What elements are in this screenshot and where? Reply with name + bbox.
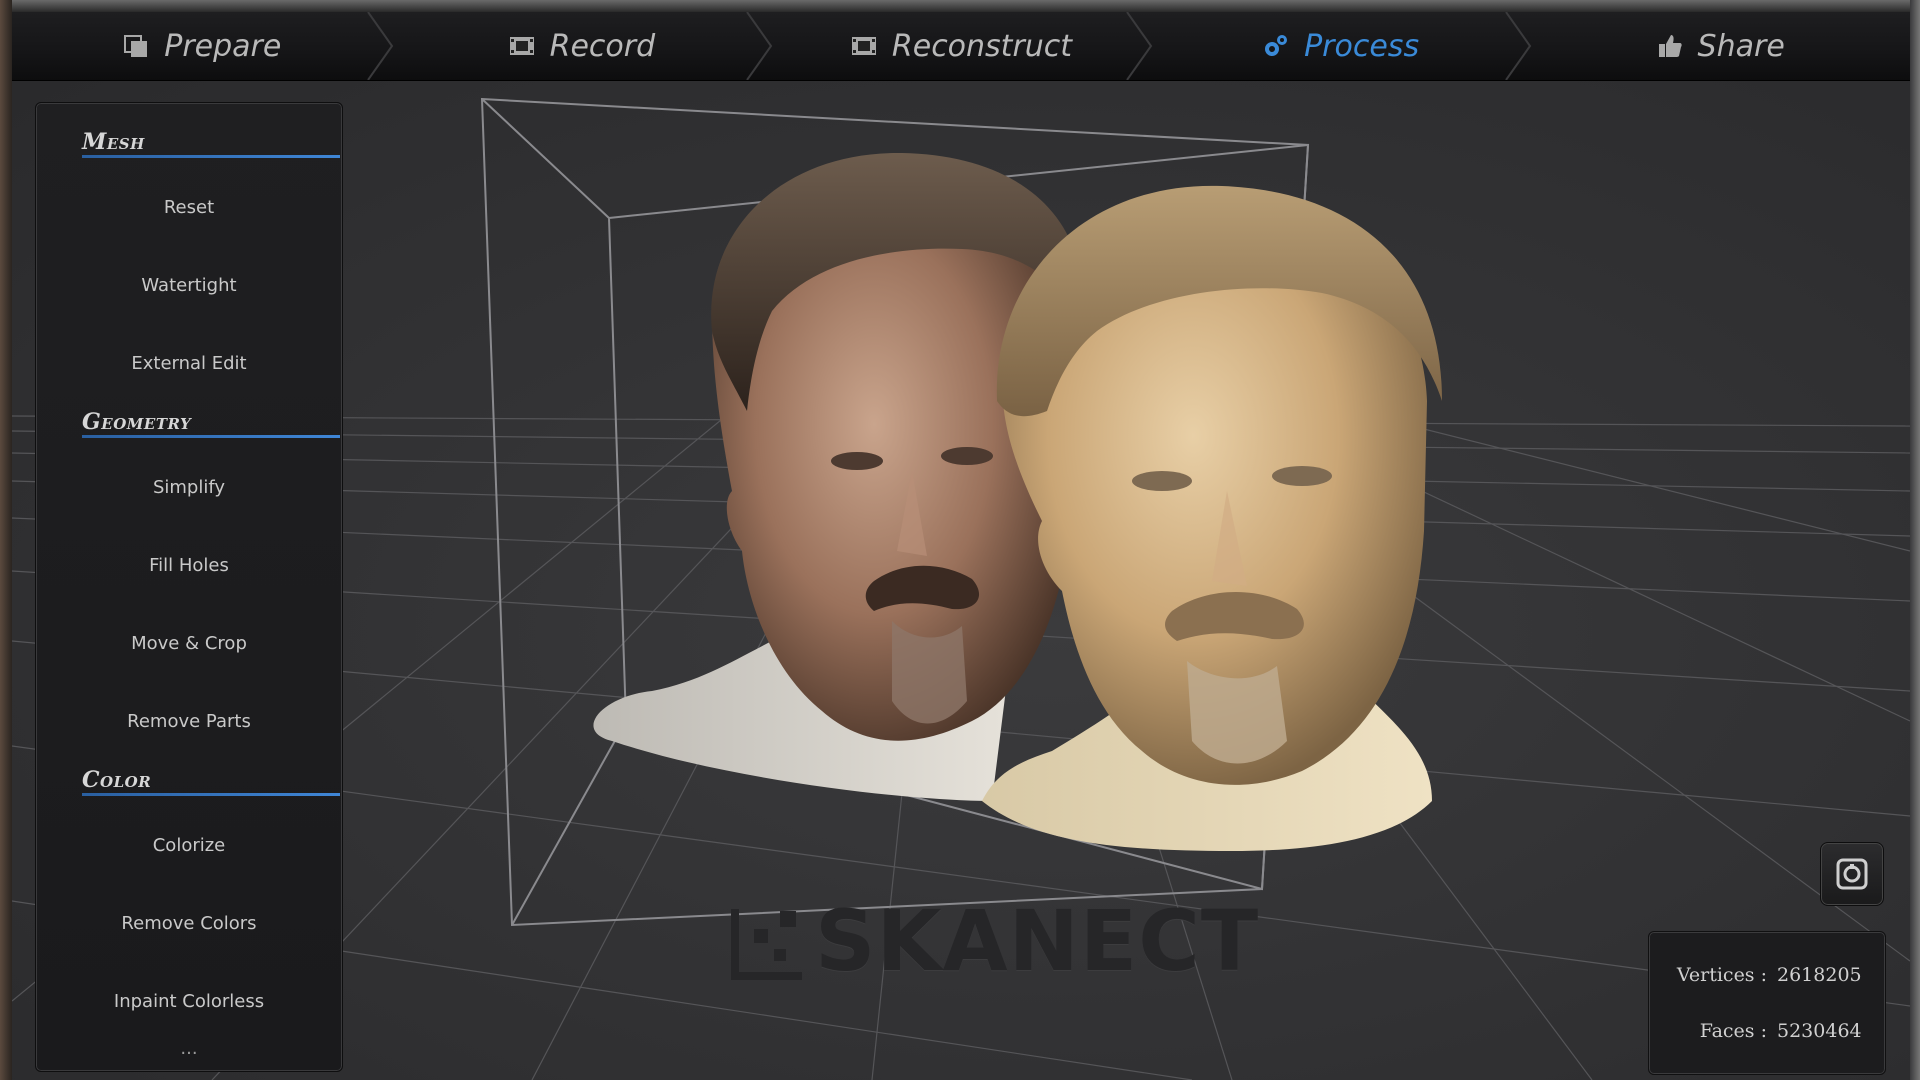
tab-process[interactable]: Process	[1151, 12, 1532, 80]
inpaint-colorless-button[interactable]: Inpaint Colorless	[36, 981, 342, 1021]
move-crop-button[interactable]: Move & Crop	[36, 623, 342, 663]
faces-value: 5230464	[1777, 1020, 1862, 1042]
skanect-watermark: SKANECT	[815, 892, 1260, 990]
tab-prepare-label: Prepare	[164, 28, 282, 64]
section-divider	[82, 435, 340, 438]
mesh-stats-panel: Vertices : 2618205 Faces : 5230464	[1648, 931, 1886, 1075]
tab-process-label: Process	[1304, 28, 1420, 64]
head-model-processed	[982, 185, 1442, 851]
process-sidebar: Mesh Reset Watertight External Edit Geom…	[35, 102, 343, 1072]
fill-holes-button[interactable]: Fill Holes	[36, 545, 342, 585]
remove-colors-button[interactable]: Remove Colors	[36, 903, 342, 943]
tab-record[interactable]: Record	[392, 12, 773, 80]
window-top-edge	[0, 0, 1920, 12]
thumbs-up-icon	[1658, 35, 1682, 57]
tab-reconstruct[interactable]: Reconstruct	[771, 12, 1153, 80]
vertices-value: 2618205	[1777, 964, 1862, 986]
head-model-raw	[593, 152, 1083, 801]
tab-prepare[interactable]: Prepare	[12, 12, 393, 80]
reset-button[interactable]: Reset	[36, 187, 342, 227]
section-divider	[82, 155, 340, 158]
colorize-button[interactable]: Colorize	[36, 825, 342, 865]
film-icon	[509, 37, 534, 55]
prepare-icon	[124, 35, 148, 57]
skanect-logo-mark	[731, 909, 802, 980]
more-options-button[interactable]: ...	[36, 1033, 342, 1063]
remove-parts-button[interactable]: Remove Parts	[36, 701, 342, 741]
section-title-color: Color	[82, 767, 152, 793]
faces-label: Faces :	[1699, 1020, 1767, 1042]
gears-icon	[1265, 35, 1288, 56]
screenshot-button[interactable]	[1820, 842, 1884, 906]
tab-record-label: Record	[549, 28, 656, 64]
external-edit-button[interactable]: External Edit	[36, 343, 342, 383]
vertices-label: Vertices :	[1676, 964, 1767, 986]
watertight-button[interactable]: Watertight	[36, 265, 342, 305]
tab-share[interactable]: Share	[1530, 12, 1910, 80]
section-title-geometry: Geometry	[82, 409, 192, 435]
section-divider	[82, 793, 340, 796]
camera-icon	[1836, 858, 1868, 890]
simplify-button[interactable]: Simplify	[36, 467, 342, 507]
window-left-edge	[0, 0, 12, 1080]
tab-reconstruct-label: Reconstruct	[891, 28, 1073, 64]
window-right-edge	[1910, 0, 1920, 1080]
section-title-mesh: Mesh	[82, 129, 145, 155]
workflow-tabbar: Prepare Record Reconstruct Process Share	[12, 12, 1910, 81]
film-icon	[851, 37, 876, 55]
tab-share-label: Share	[1697, 28, 1785, 64]
